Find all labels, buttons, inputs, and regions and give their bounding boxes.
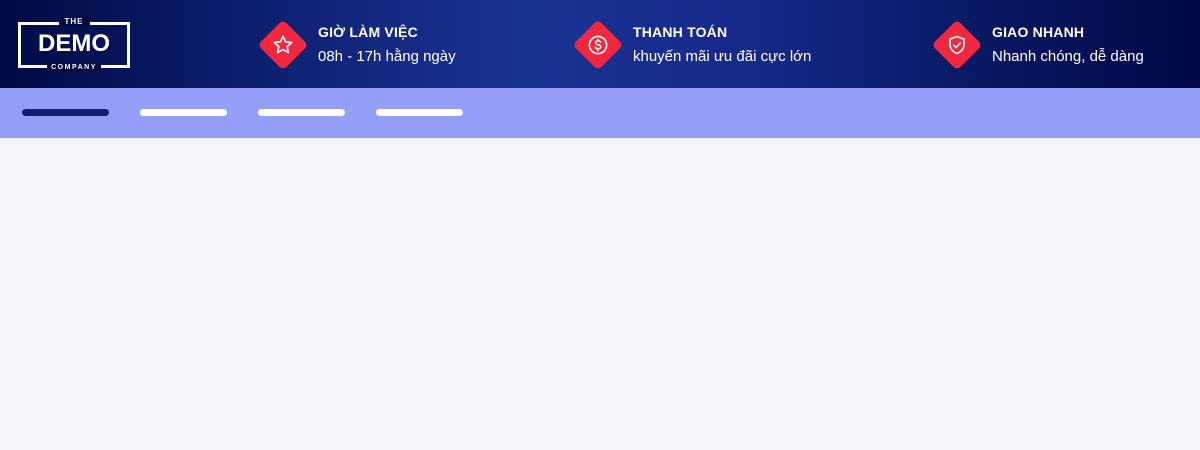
dollar-icon [588,35,608,55]
feature-title: THANH TOÁN [633,24,728,40]
nav-item-3[interactable] [258,109,345,116]
main-content-area [0,138,1200,450]
company-logo[interactable]: THE DEMO COMPANY [18,17,130,71]
shield-check-icon [949,35,965,55]
logo-text-the: THE [58,17,90,26]
feature-subtitle: 08h - 17h hằng ngày [318,48,456,65]
feature-subtitle: Nhanh chóng, dễ dàng [992,48,1144,65]
logo-text-company: COMPANY [47,64,101,71]
feature-title: GIỜ LÀM VIỆC [318,24,418,40]
nav-item-4[interactable] [376,109,463,116]
nav-item-1-active[interactable] [22,109,109,116]
feature-title: GIAO NHANH [992,24,1085,40]
feature-subtitle: khuyến mãi ưu đãi cực lớn [633,48,812,65]
logo-text-demo: DEMO [38,30,110,57]
nav-item-2[interactable] [140,109,227,116]
top-header: THE DEMO COMPANY GIỜ LÀM VIỆC 08h - 17h … [0,0,1200,88]
star-icon [273,35,293,54]
navigation-bar [0,88,1200,138]
